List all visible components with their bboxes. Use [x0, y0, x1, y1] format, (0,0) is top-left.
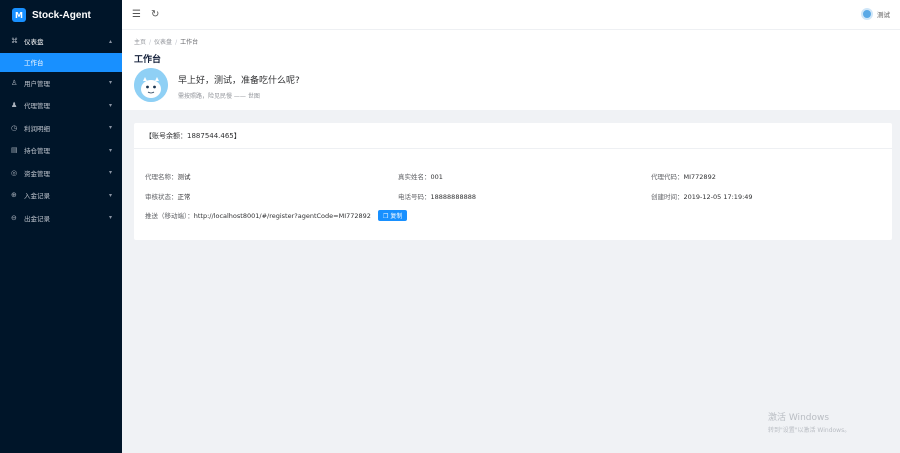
sidebar-item-label: 持仓管理: [24, 147, 50, 156]
field-value: 18888888888: [430, 193, 477, 201]
field-value: 2019-12-05 17:19:49: [683, 193, 753, 201]
dashboard-submenu: 工作台: [0, 52, 122, 72]
status-badge: 正常: [177, 193, 191, 201]
breadcrumb-dashboard[interactable]: 仪表盘: [154, 39, 172, 46]
sidebar-item-agents[interactable]: ♟ 代理管理 ▾: [0, 94, 122, 117]
chevron-down-icon: ▾: [108, 214, 112, 222]
user-menu[interactable]: 测试: [861, 8, 890, 20]
menu-fold-icon[interactable]: ☰: [132, 9, 141, 20]
app-title: Stock-Agent: [32, 9, 91, 21]
phone-field: 电话号码：18888888888: [398, 191, 476, 201]
field-label: 推送（移动端）：: [145, 212, 194, 220]
greeting-text: 早上好，测试，准备吃什么呢?: [178, 76, 300, 86]
account-card: 【账号余额：1887544.465】 代理名称：测试 真实姓名：001 代理代码…: [134, 123, 892, 240]
field-label: 代理代码：: [651, 173, 684, 181]
money-icon: ◎: [11, 168, 18, 177]
deposit-icon: ⊕: [11, 191, 17, 200]
windows-watermark: 激活 Windows 转到"设置"以激活 Windows。: [768, 410, 850, 434]
user-name: 测试: [877, 11, 890, 19]
chevron-down-icon: ▾: [108, 169, 112, 177]
sidebar-item-label: 代理管理: [24, 102, 50, 111]
field-label: 代理名称：: [145, 173, 178, 181]
position-icon: ▤: [11, 146, 18, 155]
chevron-up-icon: ▴: [108, 37, 112, 45]
agent-icon: ♟: [11, 101, 18, 110]
sidebar-item-users[interactable]: ♙ 用户管理 ▾: [0, 72, 122, 95]
field-value: MI772892: [683, 173, 716, 181]
logo-icon: M: [12, 8, 26, 22]
clock-icon: ◷: [11, 123, 18, 132]
field-value: 测试: [177, 173, 191, 181]
avatar: [861, 8, 873, 20]
watermark-title: 激活 Windows: [768, 413, 830, 423]
sidebar-item-withdrawals[interactable]: ⊖ 出金记录 ▾: [0, 207, 122, 230]
app-logo[interactable]: M Stock-Agent: [0, 0, 122, 30]
copy-button-label: 复制: [390, 213, 403, 220]
breadcrumb-current: 工作台: [180, 39, 199, 46]
sidebar-item-profit[interactable]: ◷ 利润明细 ▾: [0, 117, 122, 140]
copy-button[interactable]: ❐ 复制: [378, 210, 408, 221]
sidebar-item-funds[interactable]: ◎ 资金管理 ▾: [0, 162, 122, 185]
sidebar-item-label: 利润明细: [24, 124, 50, 133]
sidebar: M Stock-Agent ⌘ 仪表盘 ▴ 工作台 ♙ 用户管理 ▾ ♟ 代理管…: [0, 0, 122, 453]
real-name-field: 真实姓名：001: [398, 171, 443, 181]
balance-text: 【账号余额：1887544.465】: [145, 131, 241, 140]
page-title: 工作台: [134, 55, 162, 65]
sidebar-item-label: 资金管理: [24, 169, 50, 178]
promo-link-field: 推送（移动端）：http://localhost8001/#/register?…: [145, 210, 408, 221]
balance-header: 【账号余额：1887544.465】: [134, 123, 892, 149]
withdraw-icon: ⊖: [11, 213, 17, 222]
refresh-icon[interactable]: ↻: [151, 9, 159, 20]
created-field: 创建时间：2019-12-05 17:19:49: [651, 191, 753, 201]
sidebar-item-label: 用户管理: [24, 79, 50, 88]
field-value: 001: [430, 173, 443, 181]
sidebar-item-workbench[interactable]: 工作台: [0, 52, 122, 72]
breadcrumb-home[interactable]: 主页: [134, 39, 146, 46]
chevron-down-icon: ▾: [108, 101, 112, 109]
chevron-down-icon: ▾: [108, 146, 112, 154]
user-icon: ♙: [11, 78, 18, 87]
sidebar-item-positions[interactable]: ▤ 持仓管理 ▾: [0, 139, 122, 162]
breadcrumb: 主页 / 仪表盘 / 工作台: [134, 39, 199, 46]
motto-text: 需按照路，险见民慢 —— 世图: [178, 93, 260, 100]
agent-name-field: 代理名称：测试: [145, 171, 191, 181]
sidebar-item-label: 仪表盘: [24, 38, 44, 47]
sidebar-item-label: 出金记录: [24, 214, 50, 223]
page-header: 主页 / 仪表盘 / 工作台 工作台 早上好，测试，准备吃什么呢? 需按照路，险见民慢 …: [122, 30, 900, 110]
sidebar-item-dashboard[interactable]: ⌘ 仪表盘 ▴: [0, 30, 122, 53]
sidebar-item-label: 入金记录: [24, 192, 50, 201]
chevron-down-icon: ▾: [108, 124, 112, 132]
field-label: 电话号码：: [398, 193, 431, 201]
agent-code-field: 代理代码：MI772892: [651, 171, 716, 181]
sidebar-item-deposits[interactable]: ⊕ 入金记录 ▾: [0, 184, 122, 207]
top-header: ☰ ↻ 测试: [122, 0, 900, 30]
field-label: 审核状态：: [145, 193, 178, 201]
field-label: 创建时间：: [651, 193, 684, 201]
promo-url[interactable]: http://localhost8001/#/register?agentCod…: [194, 212, 371, 220]
sidebar-item-label: 工作台: [24, 59, 44, 67]
avatar: [134, 68, 168, 102]
chevron-down-icon: ▾: [108, 79, 112, 87]
dashboard-icon: ⌘: [11, 37, 18, 46]
field-label: 真实姓名：: [398, 173, 431, 181]
watermark-subtitle: 转到"设置"以激活 Windows。: [768, 427, 851, 434]
chevron-down-icon: ▾: [108, 191, 112, 199]
status-field: 审核状态：正常: [145, 191, 191, 201]
